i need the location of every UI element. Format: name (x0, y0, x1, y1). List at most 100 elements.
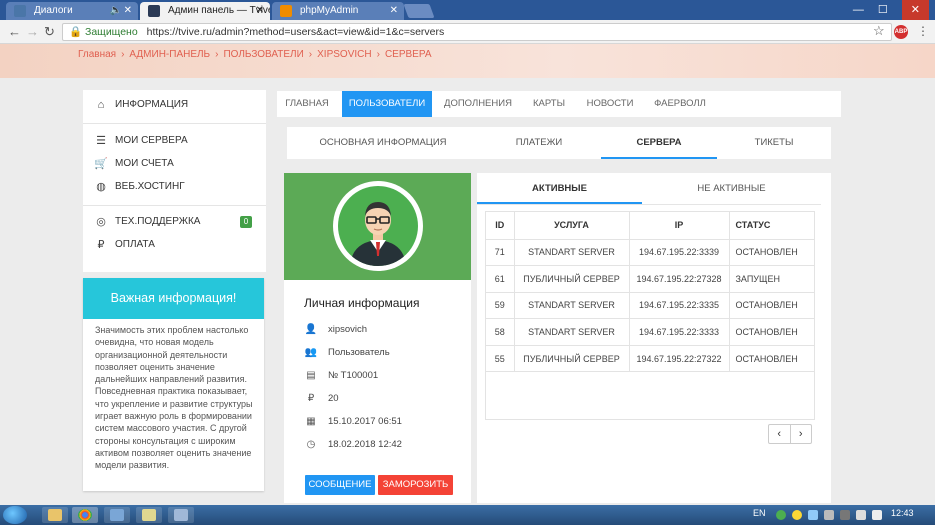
home-icon: ⌂ (97, 99, 105, 111)
browser-tab-dialogs[interactable]: Диалоги 🔈 ✕ (6, 2, 138, 20)
sidebar-item-web-hosting[interactable]: ◍ ВЕБ.ХОСТИНГ (83, 176, 266, 198)
breadcrumb-users[interactable]: ПОЛЬЗОВАТЕЛИ (223, 49, 303, 60)
column-header-ip: IP (629, 212, 730, 240)
close-icon[interactable]: ✕ (256, 2, 264, 20)
breadcrumb-user[interactable]: XIPSOVICH (317, 49, 371, 60)
server-icon: ☰ (96, 135, 106, 147)
table-row[interactable]: 61 ПУБЛИЧНЫЙ СЕРВЕР 194.67.195.22:27328 … (486, 265, 814, 293)
browser-menu-icon[interactable]: ⋮ (917, 24, 929, 38)
close-icon[interactable]: ✕ (390, 2, 398, 20)
freeze-button[interactable]: ЗАМОРОЗИТЬ (378, 475, 453, 495)
tab-servers[interactable]: СЕРВЕРА (601, 127, 717, 159)
cell-service: ПУБЛИЧНЫЙ СЕРВЕР (514, 345, 630, 373)
sidebar-item-label: ТЕХ.ПОДДЕРЖКА (115, 216, 201, 227)
cell-status: ОСТАНОВЛЕН (729, 239, 814, 267)
sidebar-item-label: МОИ СЕРВЕРА (115, 135, 188, 146)
sidebar-item-label: ИНФОРМАЦИЯ (115, 99, 189, 110)
cell-status: ОСТАНОВЛЕН (729, 292, 814, 320)
browser-tab-phpmyadmin[interactable]: phpMyAdmin ✕ (272, 2, 404, 20)
forward-icon[interactable]: → (26, 24, 39, 39)
bookmark-star-icon[interactable]: ☆ (873, 23, 885, 39)
important-info-title: Важная информация! (83, 278, 264, 319)
tab-firewall[interactable]: ФАЕРВОЛЛ (647, 91, 713, 117)
tab-tickets[interactable]: ТИКЕТЫ (717, 127, 831, 159)
tray-vpn-icon[interactable] (792, 510, 802, 520)
servers-table: ID УСЛУГА IP СТАТУС 71 STANDART SERVER 1… (486, 212, 814, 373)
folder-icon (48, 509, 62, 521)
tab-news[interactable]: НОВОСТИ (581, 91, 639, 117)
ruble-icon: ₽ (307, 393, 315, 404)
tray-network-icon[interactable] (808, 510, 818, 520)
taskbar-notepad[interactable] (136, 507, 162, 523)
breadcrumb-admin[interactable]: АДМИН-ПАНЕЛЬ (129, 49, 210, 60)
breadcrumb-home[interactable]: Главная (78, 49, 116, 60)
site-icon (148, 5, 160, 17)
pager-next-button[interactable]: › (789, 425, 812, 443)
cell-ip: 194.67.195.22:3333 (629, 318, 730, 346)
back-icon[interactable]: ← (8, 24, 21, 39)
tab-payments[interactable]: ПЛАТЕЖИ (479, 127, 599, 159)
sidebar-item-info[interactable]: ⌂ ИНФОРМАЦИЯ (83, 94, 266, 116)
clock[interactable]: 12:43 (891, 508, 914, 518)
tab-main[interactable]: ГЛАВНАЯ (277, 91, 337, 117)
adblock-icon[interactable]: ABP (894, 25, 908, 39)
speaker-icon[interactable]: 🔈 (110, 2, 122, 20)
pager-prev-button[interactable]: ‹ (769, 425, 790, 443)
ruble-icon: ₽ (97, 239, 105, 251)
minimize-icon[interactable]: — (853, 0, 864, 20)
taskbar-app[interactable] (104, 507, 130, 523)
cell-ip: 194.67.195.22:27328 (629, 265, 730, 293)
tab-users[interactable]: ПОЛЬЗОВАТЕЛИ (342, 91, 432, 117)
tab-addons[interactable]: ДОПОЛНЕНИЯ (437, 91, 519, 117)
admin-top-nav: ГЛАВНАЯ ПОЛЬЗОВАТЕЛИ ДОПОЛНЕНИЯ КАРТЫ НО… (277, 91, 841, 117)
vk-icon (14, 5, 26, 17)
tray-app-icon[interactable] (776, 510, 786, 520)
servers-tab-divider (477, 204, 821, 205)
start-button[interactable] (3, 506, 27, 524)
window-icon (174, 509, 188, 521)
volume-icon[interactable] (872, 510, 882, 520)
tray-monitor-icon[interactable] (824, 510, 834, 520)
cell-id: 61 (486, 265, 515, 293)
id-card-icon: ▤ (306, 370, 316, 381)
taskbar-chrome[interactable] (72, 507, 98, 523)
taskbar-window[interactable] (168, 507, 194, 523)
sidebar-item-support[interactable]: ◎ ТЕХ.ПОДДЕРЖКА 0 (83, 211, 266, 233)
table-row[interactable]: 58 STANDART SERVER 194.67.195.22:3333 ОС… (486, 318, 814, 346)
tab-basic-info[interactable]: ОСНОВНАЯ ИНФОРМАЦИЯ (287, 127, 479, 159)
tab-inactive-servers[interactable]: НЕ АКТИВНЫЕ (642, 173, 821, 204)
avatar-man-icon (350, 202, 406, 266)
breadcrumb-servers[interactable]: СЕРВЕРА (385, 49, 432, 60)
language-indicator[interactable]: EN (753, 508, 766, 518)
maximize-icon[interactable]: ☐ (878, 0, 888, 20)
sidebar-item-payment[interactable]: ₽ ОПЛАТА (83, 234, 266, 256)
tab-active-servers[interactable]: АКТИВНЫЕ (477, 173, 642, 204)
lifebuoy-icon: ◎ (96, 216, 106, 228)
sidebar-divider (83, 205, 266, 206)
secure-label: Защищено (85, 26, 138, 38)
message-button[interactable]: СООБЩЕНИЕ (305, 475, 375, 495)
phpmyadmin-icon (280, 5, 292, 17)
taskbar-explorer[interactable] (42, 507, 68, 523)
table-row[interactable]: 71 STANDART SERVER 194.67.195.22:3339 ОС… (486, 239, 814, 267)
browser-tab-admin[interactable]: Админ панель — Tvive.I ✕ (140, 2, 270, 20)
table-row[interactable]: 59 STANDART SERVER 194.67.195.22:3335 ОС… (486, 292, 814, 320)
close-window-icon[interactable]: ✕ (901, 0, 929, 20)
new-tab-button[interactable] (403, 4, 435, 18)
table-row[interactable]: 55 ПУБЛИЧНЫЙ СЕРВЕР 194.67.195.22:27322 … (486, 345, 814, 373)
sidebar-item-my-servers[interactable]: ☰ МОИ СЕРВЕРА (83, 130, 266, 152)
reload-icon[interactable]: ↻ (44, 24, 55, 40)
close-icon[interactable]: ✕ (124, 2, 132, 20)
breadcrumb-separator: › (308, 49, 313, 60)
avatar-image (338, 186, 418, 266)
cell-id: 58 (486, 318, 515, 346)
tray-drive-icon[interactable] (840, 510, 850, 520)
user-sub-nav: ОСНОВНАЯ ИНФОРМАЦИЯ ПЛАТЕЖИ СЕРВЕРА ТИКЕ… (287, 127, 831, 159)
breadcrumb-separator: › (376, 49, 380, 60)
sidebar-divider (83, 123, 266, 124)
sidebar-item-my-invoices[interactable]: 🛒 МОИ СЧЕТА (83, 153, 266, 175)
url-field[interactable]: 🔒 Защищено https://tvive.ru/admin?method… (62, 23, 892, 41)
signal-icon[interactable] (856, 510, 866, 520)
tab-maps[interactable]: КАРТЫ (525, 91, 573, 117)
taskbar: EN 12:43 (0, 505, 935, 525)
